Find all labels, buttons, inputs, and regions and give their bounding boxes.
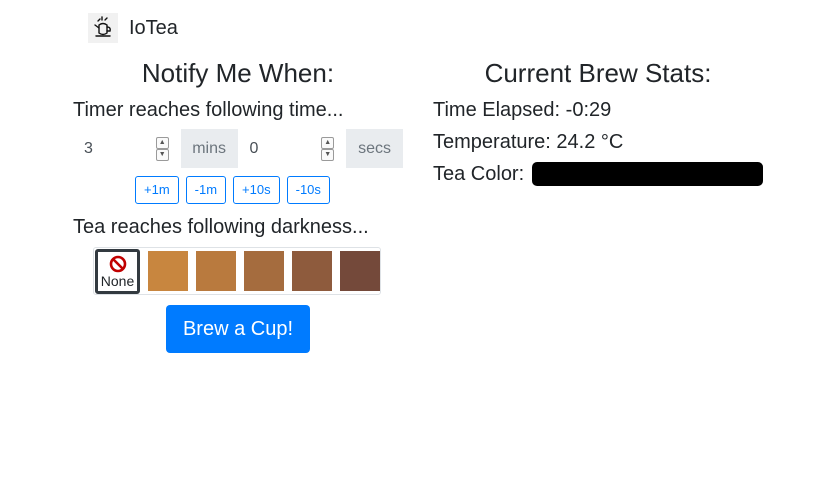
darkness-swatch[interactable] bbox=[148, 251, 188, 291]
time-elapsed-value: -0:29 bbox=[565, 99, 612, 121]
time-elapsed-stat: Time Elapsed: -0:29 bbox=[433, 96, 611, 124]
time-elapsed-label: Time Elapsed: bbox=[433, 99, 561, 121]
plus-10s-button[interactable]: +10s bbox=[233, 176, 280, 204]
temperature-value: 24.2 °C bbox=[556, 131, 624, 153]
minutes-decrement-icon[interactable]: ▼ bbox=[155, 149, 169, 161]
tea-color-bar bbox=[532, 162, 763, 186]
seconds-input[interactable]: 0 ▲ ▼ bbox=[237, 129, 347, 168]
temperature-stat: Temperature: 24.2 °C bbox=[433, 128, 623, 156]
seconds-unit: secs bbox=[346, 129, 403, 168]
darkness-swatch[interactable] bbox=[340, 251, 380, 291]
seconds-spinner[interactable]: ▲ ▼ bbox=[321, 137, 335, 161]
darkness-swatch[interactable] bbox=[244, 251, 284, 291]
brew-button[interactable]: Brew a Cup! bbox=[166, 305, 310, 353]
minutes-value: 3 bbox=[84, 140, 93, 157]
minutes-spinner[interactable]: ▲ ▼ bbox=[155, 137, 169, 161]
minus-10s-button[interactable]: -10s bbox=[286, 176, 330, 204]
tea-color-stat: Tea Color: bbox=[433, 160, 524, 188]
darkness-option-none[interactable]: None bbox=[95, 248, 140, 294]
teapot-logo-icon[interactable] bbox=[88, 13, 118, 43]
darkness-swatch[interactable] bbox=[292, 251, 332, 291]
seconds-value: 0 bbox=[249, 140, 259, 157]
seconds-increment-icon[interactable]: ▲ bbox=[321, 137, 335, 149]
darkness-selector: None bbox=[93, 247, 381, 295]
brand-name[interactable]: IoTea bbox=[129, 17, 178, 40]
plus-1m-button[interactable]: +1m bbox=[135, 176, 179, 204]
minus-1m-button[interactable]: -1m bbox=[185, 176, 227, 204]
temperature-label: Temperature: bbox=[433, 131, 551, 153]
navbar: IoTea bbox=[88, 12, 178, 44]
notify-panel: Notify Me When: Timer reaches following … bbox=[60, 56, 416, 353]
stats-panel: Current Brew Stats: Time Elapsed: -0:29 … bbox=[420, 56, 776, 186]
stats-heading: Current Brew Stats: bbox=[484, 58, 712, 88]
timer-label: Timer reaches following time... bbox=[73, 99, 344, 121]
minutes-input[interactable]: 3 ▲ ▼ bbox=[72, 129, 181, 168]
seconds-decrement-icon[interactable]: ▼ bbox=[321, 149, 335, 161]
ban-icon bbox=[109, 255, 126, 272]
notify-heading: Notify Me When: bbox=[141, 58, 335, 88]
timer-inputs: 3 ▲ ▼ mins 0 ▲ ▼ secs bbox=[72, 129, 403, 168]
darkness-label: Tea reaches following darkness... bbox=[73, 216, 369, 238]
minutes-increment-icon[interactable]: ▲ bbox=[155, 137, 169, 149]
tea-color-label: Tea Color: bbox=[433, 163, 525, 185]
time-adjust-buttons: +1m -1m +10s -10s bbox=[135, 176, 330, 204]
darkness-swatch[interactable] bbox=[196, 251, 236, 291]
minutes-unit: mins bbox=[180, 129, 238, 168]
darkness-none-label: None bbox=[100, 272, 135, 289]
